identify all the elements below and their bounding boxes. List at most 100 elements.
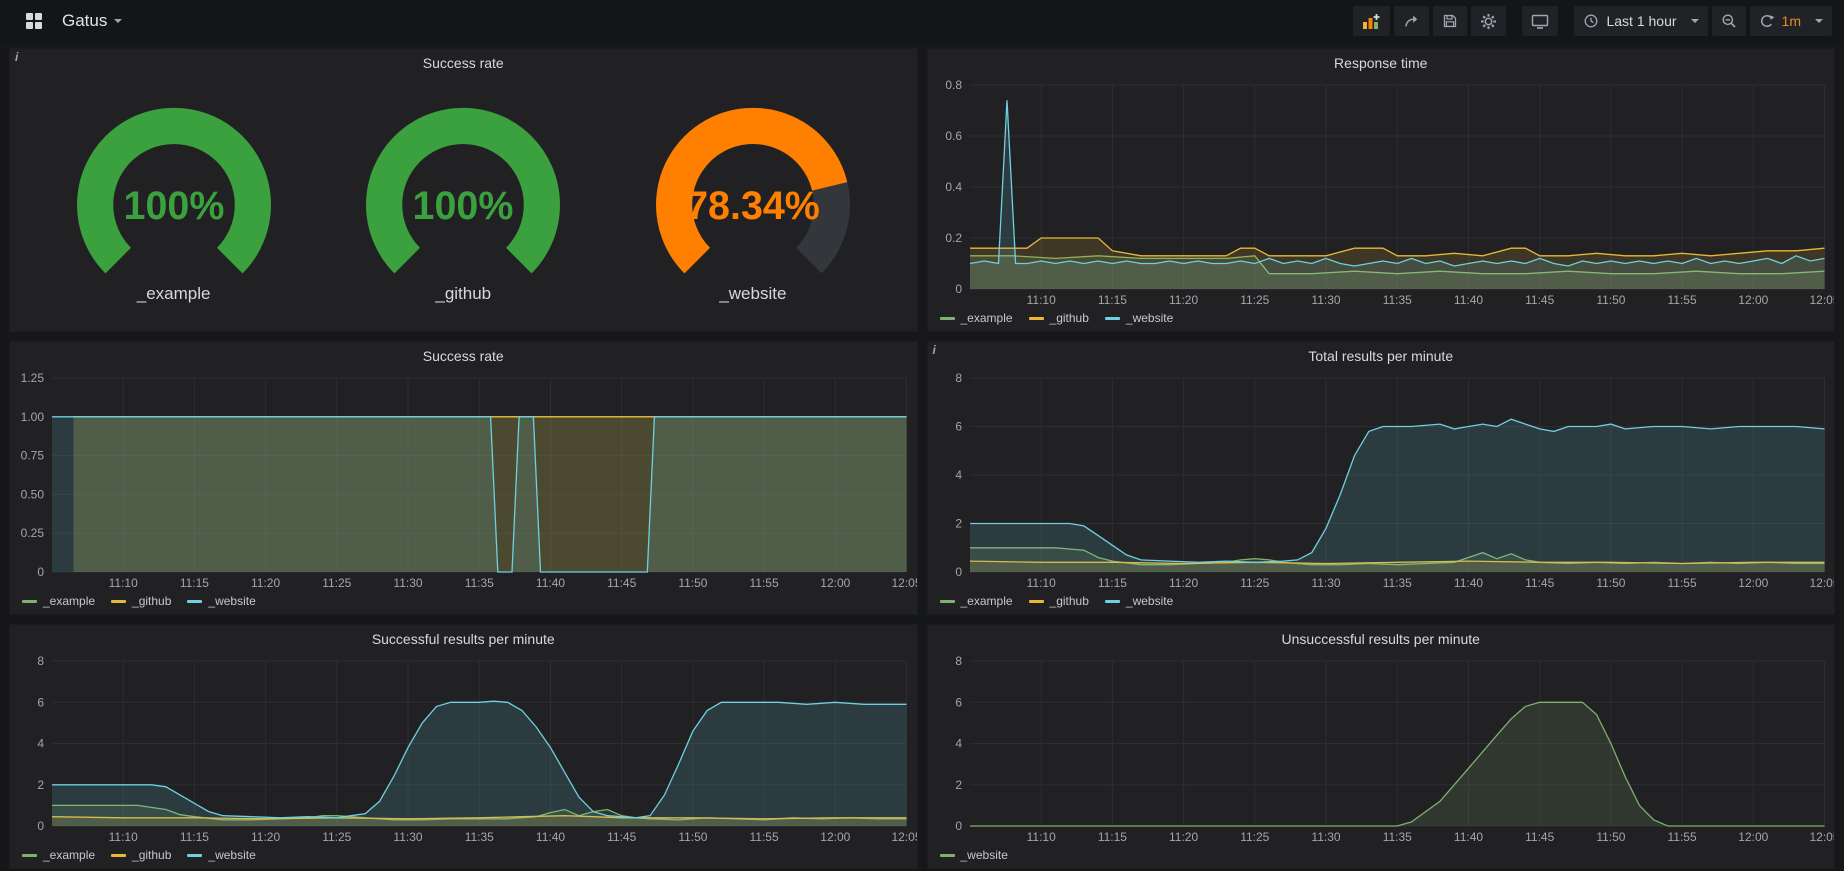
svg-text:11:45: 11:45 <box>607 830 636 844</box>
legend-item-website[interactable]: _website <box>1105 311 1173 325</box>
zoom-out-icon <box>1721 13 1737 29</box>
cycle-view-mode-button[interactable] <box>1522 6 1558 36</box>
svg-text:0: 0 <box>955 282 962 296</box>
info-icon[interactable]: i <box>15 50 18 64</box>
svg-text:0.25: 0.25 <box>21 526 45 540</box>
panel-success-rate-gauges: i Success rate 100% _example 100% _githu… <box>9 48 918 332</box>
chevron-down-icon <box>1691 19 1699 23</box>
svg-text:12:00: 12:00 <box>1738 576 1768 590</box>
svg-text:8: 8 <box>37 654 44 668</box>
svg-text:0.50: 0.50 <box>21 487 45 501</box>
svg-text:11:25: 11:25 <box>1240 576 1269 590</box>
legend-series-label: _example <box>961 311 1013 325</box>
dashboards-menu-button[interactable] <box>16 6 52 36</box>
legend-item-example[interactable]: _example <box>940 311 1013 325</box>
panel-title-response-time[interactable]: Response time <box>928 49 1835 77</box>
legend-item-github[interactable]: _github <box>111 594 171 608</box>
legend-series-swatch-icon <box>1105 600 1120 603</box>
svg-text:11:35: 11:35 <box>1382 576 1411 590</box>
svg-text:4: 4 <box>955 468 962 482</box>
chevron-down-icon <box>1815 19 1823 23</box>
panel-title-success-rate[interactable]: Success rate <box>10 342 917 370</box>
dashboard-title: Gatus <box>62 11 107 31</box>
dashboard-settings-button[interactable] <box>1471 6 1506 36</box>
legend-item-website[interactable]: _website <box>940 848 1008 862</box>
legend-item-website[interactable]: _website <box>187 848 255 862</box>
svg-text:11:50: 11:50 <box>678 576 707 590</box>
legend-series-label: _github <box>132 848 171 862</box>
svg-text:2: 2 <box>955 517 962 531</box>
panel-title-total-results[interactable]: Total results per minute <box>928 342 1835 370</box>
successful-results-chart[interactable]: 0246811:1011:1511:2011:2511:3011:3511:40… <box>10 653 917 846</box>
panel-title-successful-results[interactable]: Successful results per minute <box>10 625 917 653</box>
legend-series-label: _website <box>1126 594 1173 608</box>
save-dashboard-button[interactable] <box>1433 6 1467 36</box>
legend-item-github[interactable]: _github <box>1029 311 1089 325</box>
svg-text:11:50: 11:50 <box>1596 576 1625 590</box>
svg-text:12:00: 12:00 <box>1738 830 1768 844</box>
gauge-example: 100% _example <box>48 104 300 304</box>
refresh-interval-label: 1m <box>1782 13 1801 29</box>
panel-title-text: Response time <box>1334 55 1427 71</box>
grid-icon <box>25 12 43 30</box>
svg-text:11:45: 11:45 <box>1525 830 1554 844</box>
navbar: Gatus <box>0 0 1844 42</box>
add-panel-icon <box>1362 13 1381 30</box>
svg-text:11:25: 11:25 <box>322 830 351 844</box>
gauge-label: _website <box>719 284 786 304</box>
unsuccessful-results-legend: _website <box>928 846 1835 868</box>
legend-series-swatch-icon <box>111 854 126 857</box>
zoom-out-button[interactable] <box>1712 6 1746 36</box>
panel-title-text: Success rate <box>423 55 504 71</box>
svg-text:11:40: 11:40 <box>536 830 565 844</box>
legend-series-swatch-icon <box>940 317 955 320</box>
legend-item-website[interactable]: _website <box>187 594 255 608</box>
legend-series-swatch-icon <box>1029 317 1044 320</box>
gauges-row: 100% _example 100% _github 78.34% _websi… <box>10 77 917 331</box>
legend-item-github[interactable]: _github <box>1029 594 1089 608</box>
share-dashboard-button[interactable] <box>1394 6 1429 36</box>
add-panel-button[interactable] <box>1353 6 1390 36</box>
panel-title-success-rate-gauges[interactable]: Success rate <box>10 49 917 77</box>
legend-series-swatch-icon <box>22 600 37 603</box>
legend-series-swatch-icon <box>940 600 955 603</box>
svg-text:11:55: 11:55 <box>750 830 779 844</box>
total-results-chart[interactable]: 0246811:1011:1511:2011:2511:3011:3511:40… <box>928 370 1835 592</box>
panel-title-unsuccessful-results[interactable]: Unsuccessful results per minute <box>928 625 1835 653</box>
legend-item-example[interactable]: _example <box>940 594 1013 608</box>
panel-title-text: Success rate <box>423 348 504 364</box>
legend-series-label: _website <box>961 848 1008 862</box>
svg-text:11:45: 11:45 <box>1525 576 1554 590</box>
legend-series-swatch-icon <box>22 854 37 857</box>
gauge-github-arc: 100% <box>337 104 589 288</box>
refresh-button[interactable]: 1m <box>1750 6 1832 36</box>
svg-text:11:40: 11:40 <box>1453 293 1482 307</box>
svg-text:11:50: 11:50 <box>1596 830 1625 844</box>
time-range-picker-button[interactable]: Last 1 hour <box>1574 6 1707 36</box>
legend-series-label: _website <box>208 594 255 608</box>
svg-text:11:30: 11:30 <box>1311 293 1340 307</box>
panel-total-results: i Total results per minute 0246811:1011:… <box>927 341 1836 615</box>
gauge-label: _github <box>435 284 491 304</box>
legend-item-example[interactable]: _example <box>22 848 95 862</box>
svg-text:78.34%: 78.34% <box>686 184 820 228</box>
svg-text:11:50: 11:50 <box>1596 293 1625 307</box>
svg-text:11:45: 11:45 <box>1525 293 1554 307</box>
panel-response-time: Response time 00.20.40.60.811:1011:1511:… <box>927 48 1836 332</box>
unsuccessful-results-chart[interactable]: 0246811:1011:1511:2011:2511:3011:3511:40… <box>928 653 1835 846</box>
legend-item-github[interactable]: _github <box>111 848 171 862</box>
info-icon[interactable]: i <box>933 343 936 357</box>
refresh-icon <box>1759 13 1775 29</box>
save-icon <box>1442 13 1458 29</box>
legend-item-example[interactable]: _example <box>22 594 95 608</box>
svg-text:6: 6 <box>955 695 962 709</box>
dashboard-title-dropdown[interactable]: Gatus <box>62 11 122 31</box>
gauge-example-arc: 100% <box>48 104 300 288</box>
response-time-chart[interactable]: 00.20.40.60.811:1011:1511:2011:2511:3011… <box>928 77 1835 309</box>
legend-item-website[interactable]: _website <box>1105 594 1173 608</box>
success-rate-chart[interactable]: 00.250.500.751.001.2511:1011:1511:2011:2… <box>10 370 917 592</box>
svg-text:11:40: 11:40 <box>536 576 565 590</box>
panel-unsuccessful-results: Unsuccessful results per minute 0246811:… <box>927 624 1836 869</box>
legend-series-label: _example <box>961 594 1013 608</box>
panel-success-rate-timeseries: Success rate 00.250.500.751.001.2511:101… <box>9 341 918 615</box>
